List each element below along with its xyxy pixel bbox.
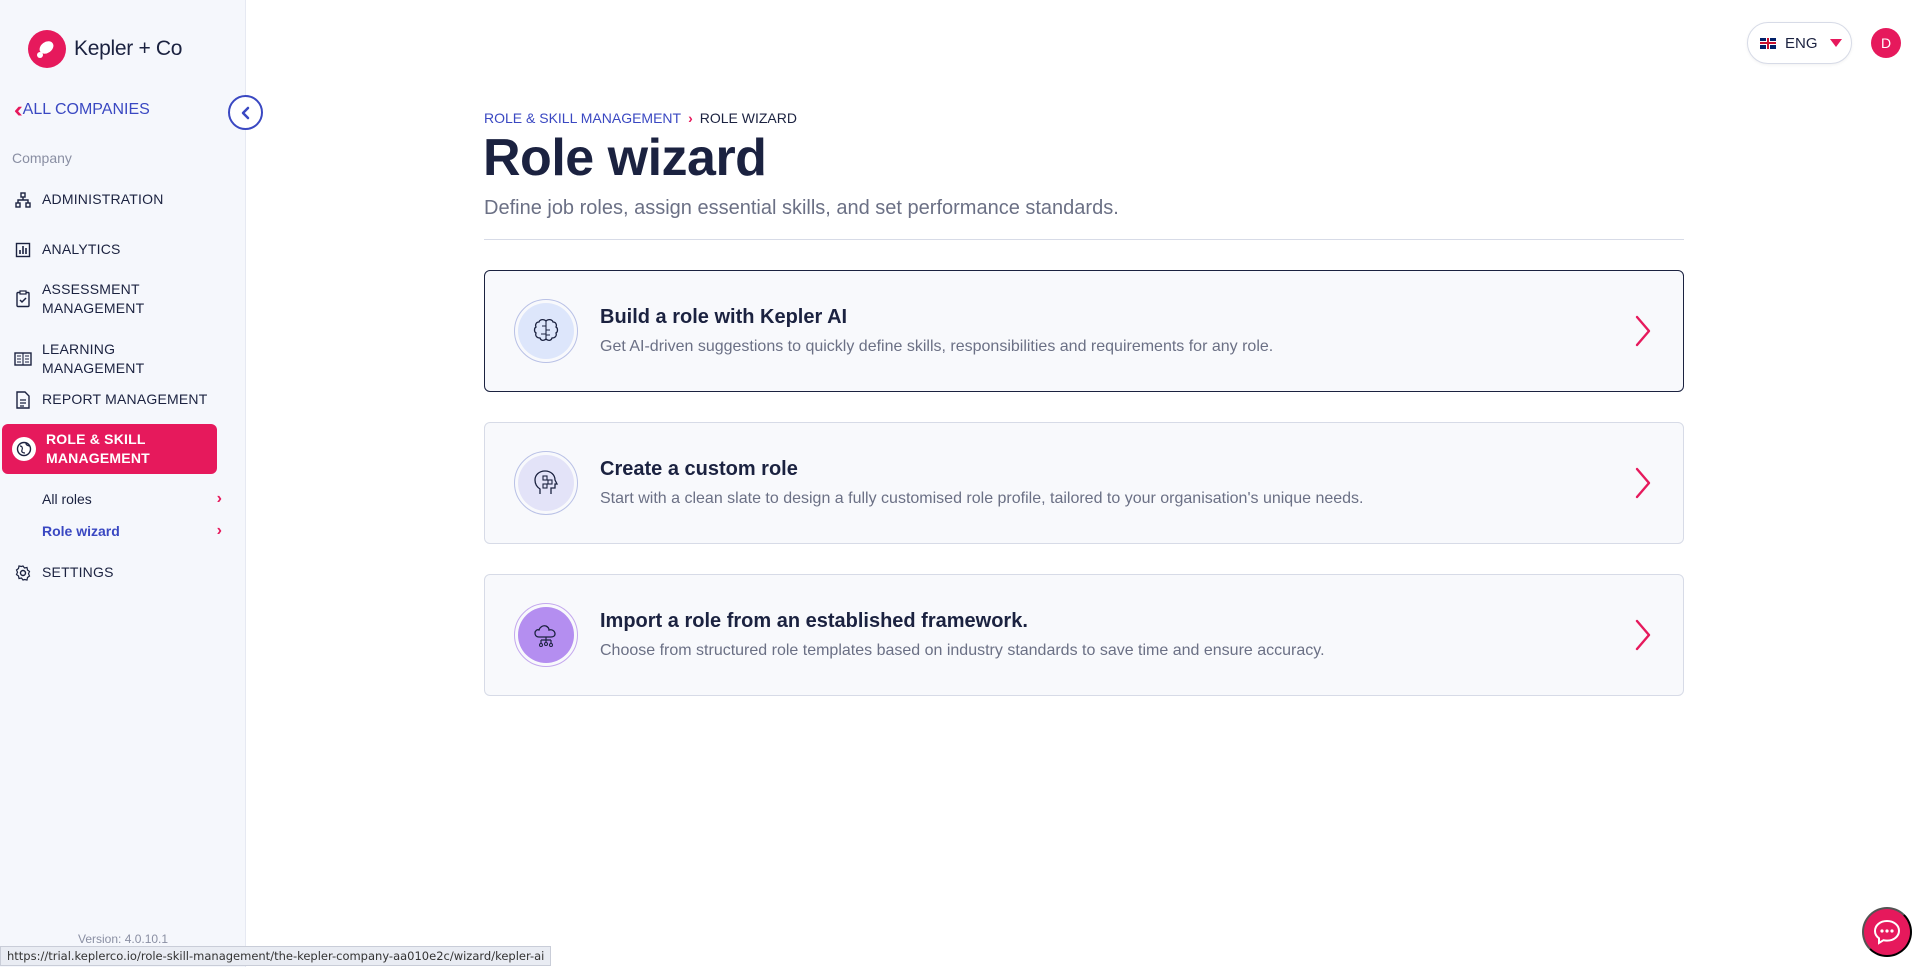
hierarchy-icon [14,191,32,209]
head-gears-icon [518,455,574,511]
breadcrumb-link[interactable]: ROLE & SKILL MANAGEMENT [484,110,681,126]
sidebar-item-label: ASSESSMENT MANAGEMENT [42,281,145,316]
chevron-right-icon: › [688,110,693,126]
chat-bubble-icon [1873,919,1901,945]
sidebar-item-label: REPORT MANAGEMENT [42,391,208,407]
breadcrumb-current: ROLE WIZARD [699,110,797,126]
language-selector[interactable]: ENG [1747,22,1852,64]
sidebar-item-label: ROLE & SKILL MANAGEMENT [46,431,150,466]
cloud-network-icon [518,607,574,663]
app-version: Version: 4.0.10.1 [78,932,169,946]
chevron-left-icon [241,106,249,119]
card-icon-ring [514,299,578,363]
section-label: Company [12,150,72,166]
sidebar-item-label: ADMINISTRATION [42,191,164,207]
sidebar-item-settings[interactable]: SETTINGS [14,563,218,582]
page-title: Role wizard [483,129,767,187]
option-card-custom-role[interactable]: Create a custom role Start with a clean … [484,422,1684,544]
language-label: ENG [1785,34,1818,52]
sidebar-subitem-all-roles[interactable]: All roles › [42,490,222,508]
option-card-kepler-ai[interactable]: Build a role with Kepler AI Get AI-drive… [484,270,1684,392]
chevron-right-icon [1631,313,1655,349]
user-avatar[interactable]: D [1871,28,1901,58]
sidebar-item-analytics[interactable]: ANALYTICS [14,240,218,259]
all-companies-label: ALL COMPANIES [22,101,150,118]
brain-icon [518,303,574,359]
sidebar-item-label: ANALYTICS [42,241,121,257]
sidebar-item-role-skill-management[interactable]: ROLE & SKILL MANAGEMENT [2,424,217,474]
card-description: Start with a clean slate to design a ful… [600,490,1364,507]
card-description: Choose from structured role templates ba… [600,642,1325,659]
card-description: Get AI-driven suggestions to quickly def… [600,338,1274,355]
page-subtitle: Define job roles, assign essential skill… [484,197,1119,219]
collapse-sidebar-button[interactable] [228,95,263,130]
double-chevron-left-icon: ‹‹ [14,97,22,122]
gear-icon [14,564,32,582]
subitem-label: Role wizard [42,523,120,539]
sidebar-item-label: LEARNING MANAGEMENT [42,341,145,376]
clipboard-check-icon [14,290,32,308]
breadcrumb: ROLE & SKILL MANAGEMENT › ROLE WIZARD [484,110,797,126]
card-title: Import a role from an established framew… [600,610,1028,632]
chevron-right-icon [1631,617,1655,653]
sidebar-item-report-management[interactable]: REPORT MANAGEMENT [14,390,218,409]
card-title: Build a role with Kepler AI [600,306,848,328]
sidebar-item-administration[interactable]: ADMINISTRATION [14,190,218,209]
chevron-right-icon: › [216,522,222,539]
brand-logo[interactable]: Kepler + Co [28,30,182,68]
status-bar-url: https://trial.keplerco.io/role-skill-man… [0,946,552,966]
brand-name: Kepler + Co [74,37,183,60]
card-icon-ring [514,603,578,667]
book-icon [14,350,32,368]
option-card-import-framework[interactable]: Import a role from an established framew… [484,574,1684,696]
divider [484,239,1684,240]
subitem-label: All roles [42,491,92,507]
uk-flag-icon [1760,37,1776,49]
caret-down-icon [1829,39,1842,47]
sidebar-item-label: SETTINGS [42,564,114,580]
report-icon [14,390,32,409]
chevron-right-icon: › [216,490,222,507]
sidebar-item-assessment-management[interactable]: ASSESSMENT MANAGEMENT [14,280,218,318]
sidebar-subitem-role-wizard[interactable]: Role wizard › [42,522,222,540]
all-companies-link[interactable]: ‹‹ ALL COMPANIES [14,97,150,122]
globe-icon [12,437,36,461]
bar-chart-icon [14,241,32,259]
chat-launcher-button[interactable] [1862,907,1912,957]
sidebar: Kepler + Co ‹‹ ALL COMPANIES Company ADM… [0,0,246,967]
card-icon-ring [514,451,578,515]
card-title: Create a custom role [600,458,798,480]
logo-mark-icon [28,30,66,68]
sidebar-item-learning-management[interactable]: LEARNING MANAGEMENT [14,340,218,378]
chevron-right-icon [1631,465,1655,501]
